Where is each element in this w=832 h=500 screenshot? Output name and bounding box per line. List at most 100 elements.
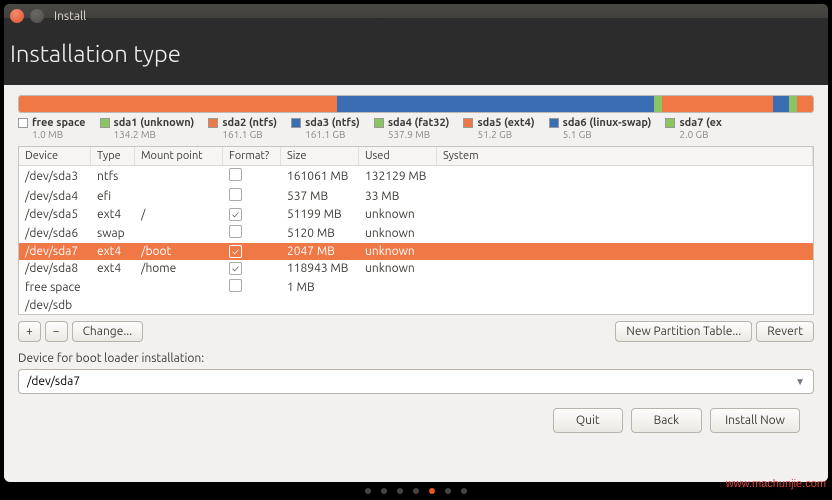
legend-item: free space1.0 MB [18, 117, 86, 140]
legend-text: sda6 (linux-swap)5.1 GB [563, 117, 652, 140]
cell [437, 285, 813, 289]
cell [359, 285, 437, 289]
cell: unknown [359, 225, 437, 242]
legend-item: sda4 (fat32)537.9 MB [374, 117, 450, 140]
col-type[interactable]: Type [91, 147, 135, 165]
legend-text: sda3 (ntfs)161.1 GB [305, 117, 360, 140]
legend-swatch [463, 118, 473, 128]
cell [437, 231, 813, 235]
cell-format [223, 304, 281, 308]
legend-swatch [208, 118, 218, 128]
change-partition-button[interactable]: Change... [72, 321, 144, 342]
close-icon[interactable] [10, 9, 24, 23]
col-system[interactable]: System [437, 147, 813, 165]
legend-item: sda7 (ex2.0 GB [665, 117, 721, 140]
page-dot[interactable] [429, 488, 435, 494]
cell: /dev/sda7 [19, 243, 91, 260]
table-row[interactable]: free space 1 MB [19, 277, 813, 297]
format-checkbox[interactable] [229, 279, 242, 292]
page-dot[interactable] [413, 488, 419, 494]
cell: /dev/sda3 [19, 168, 91, 185]
cell [437, 267, 813, 271]
watermark: www.machunjie.com [726, 478, 826, 490]
partition-table: Device Type Mount point Format? Size Use… [18, 146, 814, 315]
cell: efi [91, 188, 135, 205]
legend-text: sda7 (ex2.0 GB [679, 117, 721, 140]
main-panel: free space1.0 MB sda1 (unknown)134.2 MB sd… [4, 85, 828, 455]
format-checkbox[interactable] [229, 168, 242, 181]
cell: ext4 [91, 206, 135, 223]
new-partition-table-button[interactable]: New Partition Table... [615, 321, 752, 342]
cell: swap [91, 225, 135, 242]
partition-legend: free space1.0 MB sda1 (unknown)134.2 MB sd… [18, 117, 814, 140]
minimize-icon[interactable] [30, 9, 44, 23]
table-row[interactable]: /dev/sda5ext4/51199 MBunknown [19, 206, 813, 223]
legend-text: sda5 (ext4)51.2 GB [477, 117, 534, 140]
cell: /boot [135, 243, 223, 260]
format-checkbox[interactable] [229, 225, 242, 238]
cell [135, 231, 223, 235]
legend-text: sda1 (unknown)134.2 MB [114, 117, 195, 140]
disk-segment [797, 96, 813, 112]
format-checkbox[interactable] [229, 208, 242, 221]
legend-swatch [100, 118, 110, 128]
format-checkbox[interactable] [229, 245, 242, 258]
cell: 2047 MB [281, 243, 359, 260]
remove-partition-button[interactable]: − [45, 321, 68, 342]
cell: /dev/sda8 [19, 260, 91, 277]
install-now-button[interactable]: Install Now [710, 408, 800, 433]
bootloader-label: Device for boot loader installation: [18, 352, 814, 365]
table-row[interactable]: /dev/sda7ext4/boot2047 MBunknown [19, 243, 813, 260]
cell-format [223, 186, 281, 206]
legend-swatch [549, 118, 559, 128]
back-button[interactable]: Back [631, 408, 702, 433]
disk-segment [789, 96, 797, 112]
legend-item: sda2 (ntfs)161.1 GB [208, 117, 277, 140]
cell: free space [19, 279, 91, 296]
table-row[interactable]: /dev/sda4efi537 MB33 MB [19, 186, 813, 206]
bootloader-combobox[interactable]: /dev/sda7 ▼ [18, 369, 814, 394]
cell [135, 304, 223, 308]
col-device[interactable]: Device [19, 147, 91, 165]
page-dot[interactable] [365, 488, 371, 494]
legend-text: sda4 (fat32)537.9 MB [388, 117, 450, 140]
format-checkbox[interactable] [229, 262, 242, 275]
cell [135, 194, 223, 198]
col-size[interactable]: Size [281, 147, 359, 165]
add-partition-button[interactable]: + [18, 321, 41, 342]
page-dot[interactable] [445, 488, 451, 494]
cell-format [223, 166, 281, 186]
page-dot[interactable] [397, 488, 403, 494]
table-row[interactable]: /dev/sda6swap5120 MBunknown [19, 223, 813, 243]
page-dot[interactable] [381, 488, 387, 494]
page-dot[interactable] [461, 488, 467, 494]
cell [135, 285, 223, 289]
installer-window: Install Installation type free space1.0 … [4, 4, 828, 482]
cell: ntfs [91, 168, 135, 185]
cell [437, 174, 813, 178]
cell [281, 304, 359, 308]
page-dots [365, 488, 467, 494]
quit-button[interactable]: Quit [553, 408, 623, 433]
table-row[interactable]: /dev/sda3ntfs161061 MB132129 MB [19, 166, 813, 186]
cell-format [223, 243, 281, 260]
cell [437, 213, 813, 217]
cell [91, 285, 135, 289]
cell: unknown [359, 243, 437, 260]
cell [437, 194, 813, 198]
col-used[interactable]: Used [359, 147, 437, 165]
table-row[interactable]: /dev/sdb [19, 297, 813, 314]
cell: 5120 MB [281, 225, 359, 242]
cell [437, 250, 813, 254]
col-mount[interactable]: Mount point [135, 147, 223, 165]
revert-button[interactable]: Revert [756, 321, 814, 342]
format-checkbox[interactable] [229, 188, 242, 201]
cell: /home [135, 260, 223, 277]
col-format[interactable]: Format? [223, 147, 281, 165]
table-row[interactable]: /dev/sda8ext4/home118943 MBunknown [19, 260, 813, 277]
disk-segment [19, 96, 337, 112]
cell-format [223, 260, 281, 277]
cell-format [223, 277, 281, 297]
cell: 1 MB [281, 279, 359, 296]
cell [437, 304, 813, 308]
